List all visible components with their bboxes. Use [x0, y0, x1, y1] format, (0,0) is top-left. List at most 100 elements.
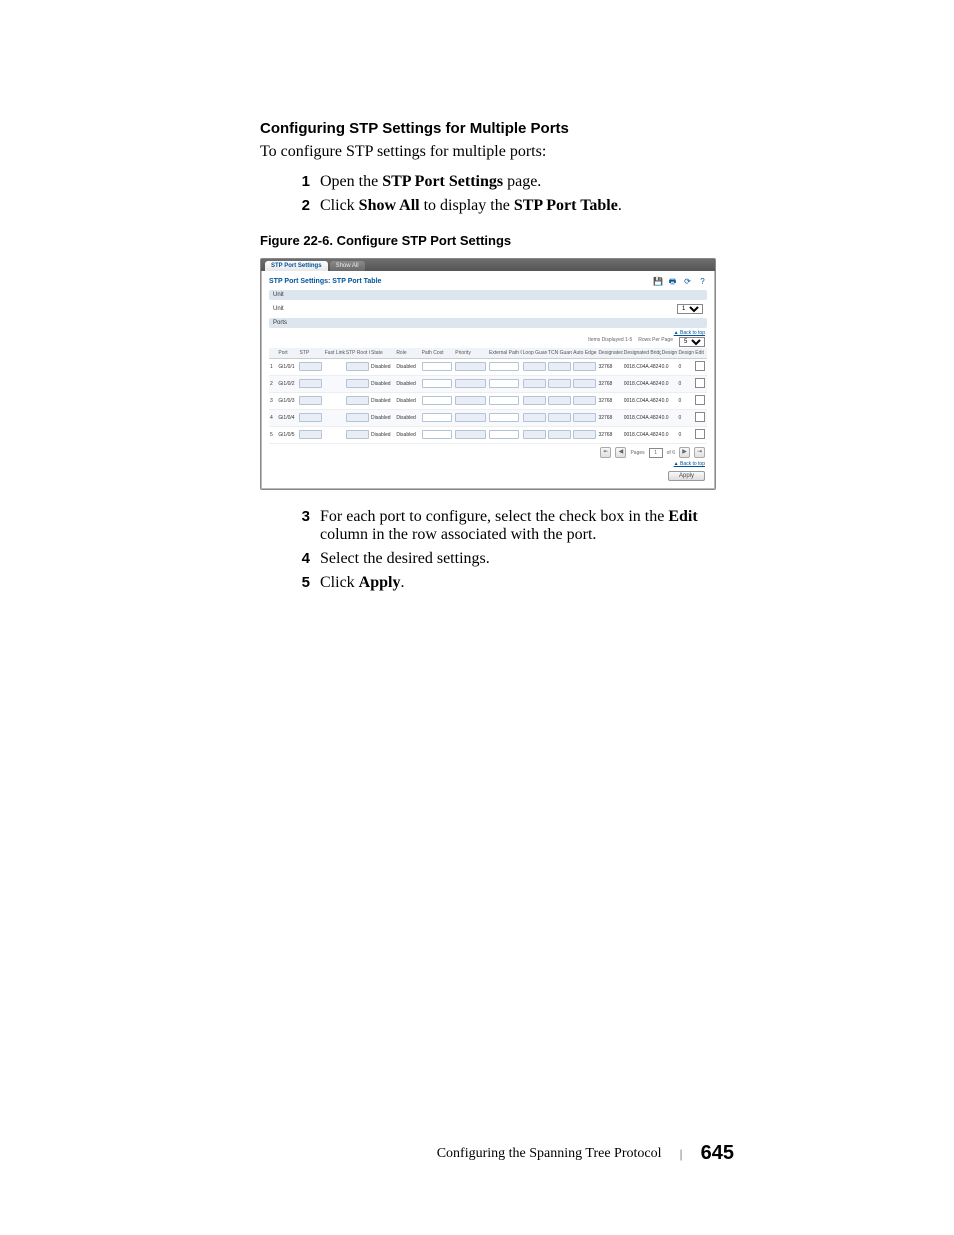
steps-list-b: 3 For each port to configure, select the…: [284, 508, 734, 592]
col-rootguard: STP Root Guard: [345, 348, 370, 359]
col-dpid: Designated Port ID: [661, 348, 678, 359]
unit-select[interactable]: 1: [677, 304, 703, 314]
cell-edit[interactable]: [694, 376, 707, 393]
pager-page-input[interactable]: 1: [649, 448, 663, 458]
save-icon[interactable]: 💾: [653, 277, 662, 286]
col-dcost: Designated Cost: [677, 348, 694, 359]
cell-rootguard[interactable]: [345, 393, 370, 410]
cell-autoedge[interactable]: [572, 393, 597, 410]
cell-rootguard[interactable]: [345, 427, 370, 444]
cell-dcost: 0: [677, 410, 694, 427]
cell-tcnguard[interactable]: [547, 376, 572, 393]
cell-tcnguard[interactable]: [547, 393, 572, 410]
pager-last-button[interactable]: ⇥: [694, 447, 705, 458]
cell-pathcost[interactable]: [421, 393, 455, 410]
cell-loopguard[interactable]: [522, 359, 547, 376]
pager-next-button[interactable]: ▶: [679, 447, 690, 458]
pager-first-button[interactable]: ⇤: [600, 447, 611, 458]
cell-extpathcost[interactable]: [488, 359, 522, 376]
cell-autoedge[interactable]: [572, 427, 597, 444]
cell-tcnguard[interactable]: [547, 359, 572, 376]
step-text: Click Apply.: [320, 574, 734, 592]
edit-checkbox[interactable]: [695, 378, 705, 388]
cell-state: Disabled: [370, 393, 395, 410]
cell-priority[interactable]: [454, 410, 488, 427]
apply-button[interactable]: Apply: [668, 471, 705, 481]
step-text: Click Show All to display the STP Port T…: [320, 197, 734, 215]
tab-stp-port-settings[interactable]: STP Port Settings: [265, 261, 328, 271]
cell-fastlink: [324, 427, 345, 444]
footer-chapter: Configuring the Spanning Tree Protocol: [437, 1146, 662, 1162]
edit-checkbox[interactable]: [695, 412, 705, 422]
cell-port: Gi1/0/5: [277, 427, 298, 444]
cell-role: Disabled: [395, 359, 420, 376]
col-fastlink: Fast Link: [324, 348, 345, 359]
cell-rootguard[interactable]: [345, 359, 370, 376]
pager-prev-button[interactable]: ◀: [615, 447, 626, 458]
edit-checkbox[interactable]: [695, 361, 705, 371]
col-dbp: Designated Bridge Priority: [597, 348, 622, 359]
cell-pathcost[interactable]: [421, 427, 455, 444]
cell-priority[interactable]: [454, 359, 488, 376]
cell-extpathcost[interactable]: [488, 410, 522, 427]
cell-priority[interactable]: [454, 393, 488, 410]
cell-extpathcost[interactable]: [488, 427, 522, 444]
step-text: Select the desired settings.: [320, 550, 734, 568]
cell-idx: 3: [269, 393, 277, 410]
embedded-screenshot: STP Port Settings Show All STP Port Sett…: [260, 258, 716, 490]
cell-edit[interactable]: [694, 410, 707, 427]
cell-tcnguard[interactable]: [547, 427, 572, 444]
cell-edit[interactable]: [694, 393, 707, 410]
cell-loopguard[interactable]: [522, 427, 547, 444]
footer-page-number: 645: [701, 1142, 734, 1165]
step-4: 4 Select the desired settings.: [284, 550, 734, 568]
cell-autoedge[interactable]: [572, 359, 597, 376]
cell-edit[interactable]: [694, 427, 707, 444]
col-role: Role: [395, 348, 420, 359]
print-icon[interactable]: 🖶: [668, 277, 677, 286]
cell-rootguard[interactable]: [345, 376, 370, 393]
cell-tcnguard[interactable]: [547, 410, 572, 427]
unit-row: Unit 1: [269, 302, 707, 316]
col-idx: [269, 348, 277, 359]
cell-stp[interactable]: [298, 427, 323, 444]
cell-loopguard[interactable]: [522, 376, 547, 393]
cell-state: Disabled: [370, 359, 395, 376]
cell-stp[interactable]: [298, 376, 323, 393]
cell-edit[interactable]: [694, 359, 707, 376]
step-5: 5 Click Apply.: [284, 574, 734, 592]
cell-dpid: 0.0: [661, 376, 678, 393]
cell-autoedge[interactable]: [572, 410, 597, 427]
cell-rootguard[interactable]: [345, 410, 370, 427]
cell-loopguard[interactable]: [522, 393, 547, 410]
help-icon[interactable]: ?: [698, 277, 707, 286]
table-header-row: Port STP Fast Link STP Root Guard State …: [269, 348, 707, 359]
cell-dbp: 32768: [597, 427, 622, 444]
rows-per-page-label: Rows Per Page: [638, 337, 673, 347]
cell-stp[interactable]: [298, 393, 323, 410]
cell-pathcost[interactable]: [421, 410, 455, 427]
cell-port: Gi1/0/3: [277, 393, 298, 410]
rows-per-page-select[interactable]: 5: [679, 337, 705, 347]
cell-pathcost[interactable]: [421, 376, 455, 393]
step-number: 1: [284, 173, 310, 190]
cell-autoedge[interactable]: [572, 376, 597, 393]
cell-priority[interactable]: [454, 376, 488, 393]
cell-dpid: 0.0: [661, 427, 678, 444]
stp-port-table: Port STP Fast Link STP Root Guard State …: [269, 348, 707, 444]
cell-pathcost[interactable]: [421, 359, 455, 376]
edit-checkbox[interactable]: [695, 429, 705, 439]
refresh-icon[interactable]: ⟳: [683, 277, 692, 286]
cell-dbp: 32768: [597, 393, 622, 410]
cell-stp[interactable]: [298, 359, 323, 376]
cell-priority[interactable]: [454, 427, 488, 444]
step-1: 1 Open the STP Port Settings page.: [284, 173, 734, 191]
cell-dcost: 0: [677, 376, 694, 393]
edit-checkbox[interactable]: [695, 395, 705, 405]
cell-dpid: 0.0: [661, 393, 678, 410]
cell-stp[interactable]: [298, 410, 323, 427]
tab-show-all[interactable]: Show All: [330, 261, 365, 271]
cell-loopguard[interactable]: [522, 410, 547, 427]
cell-extpathcost[interactable]: [488, 393, 522, 410]
cell-extpathcost[interactable]: [488, 376, 522, 393]
